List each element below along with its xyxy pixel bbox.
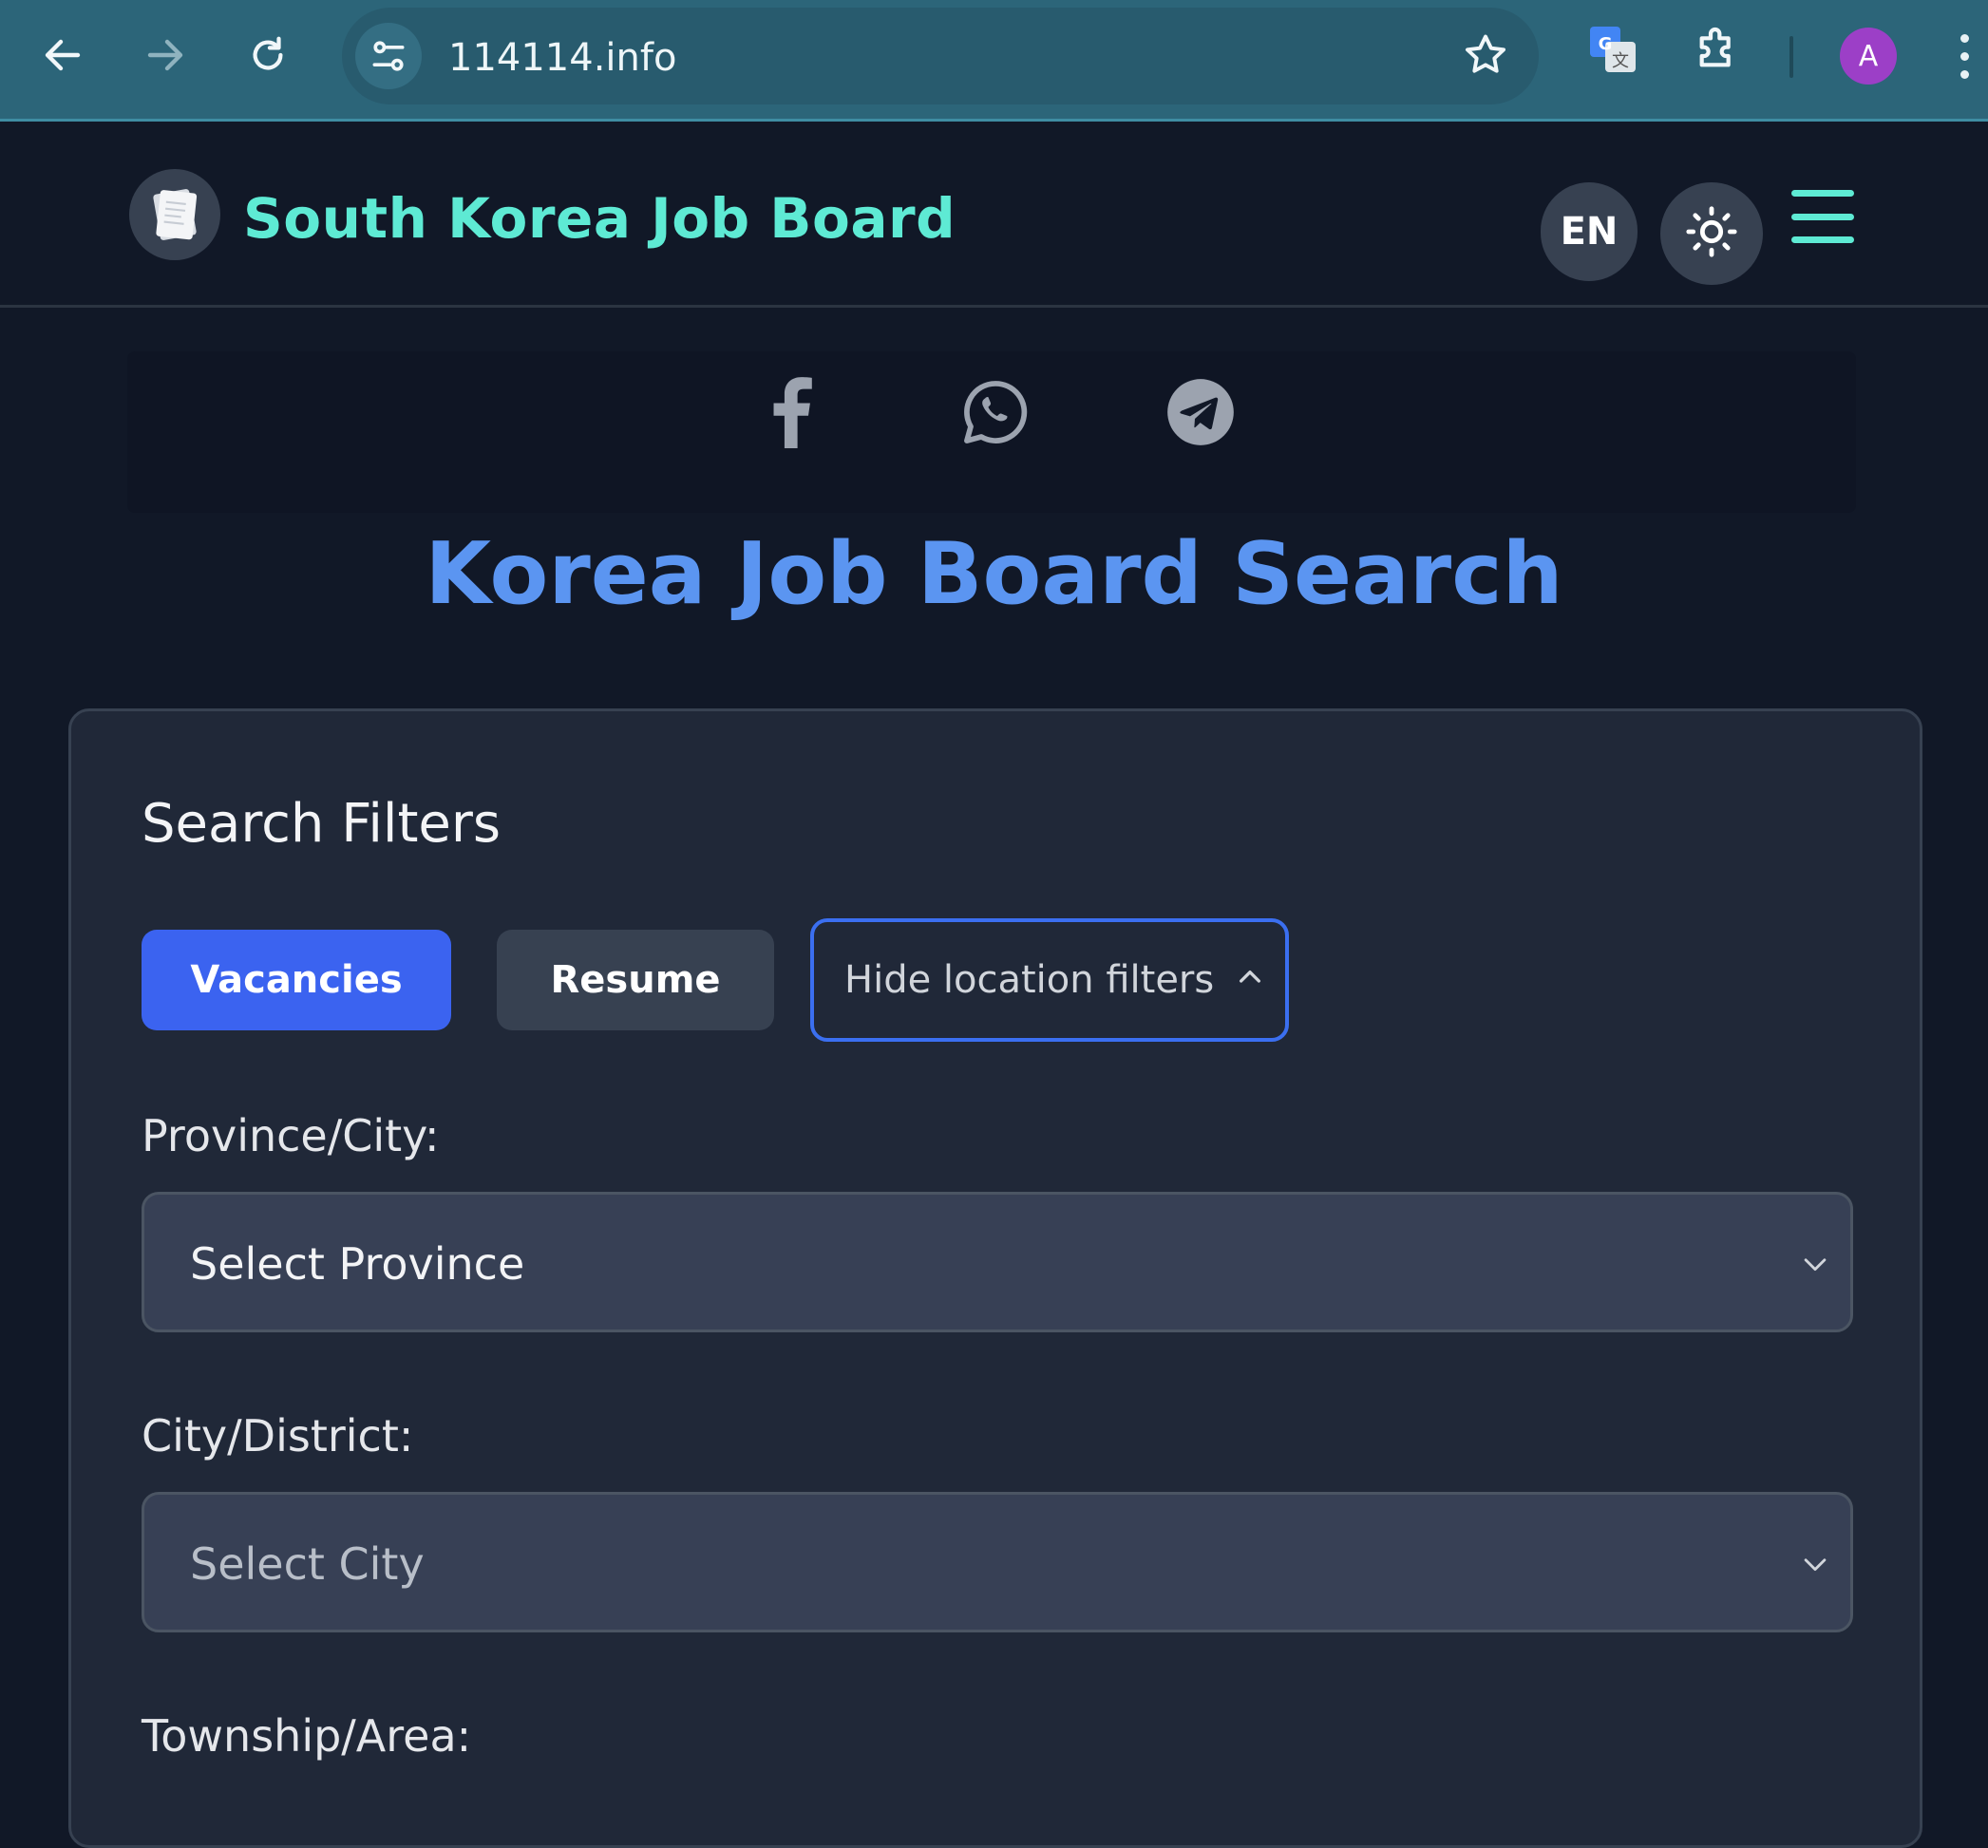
reload-icon[interactable]: [236, 23, 300, 87]
extensions-icon[interactable]: [1691, 23, 1744, 81]
browser-toolbar: 114114.info G文 A: [0, 0, 1988, 122]
chevron-down-icon: [1799, 1248, 1831, 1285]
toolbar-divider: [1789, 36, 1793, 78]
city-select[interactable]: Select City: [142, 1492, 1853, 1632]
hamburger-menu-icon[interactable]: [1791, 190, 1854, 243]
township-label: Township/Area:: [142, 1710, 472, 1762]
city-label: City/District:: [142, 1410, 414, 1461]
svg-text:文: 文: [1612, 51, 1629, 71]
filters-heading: Search Filters: [142, 793, 502, 855]
url-text[interactable]: 114114.info: [448, 36, 676, 80]
toggle-label: Hide location filters: [844, 958, 1215, 1002]
tab-resume[interactable]: Resume: [497, 930, 774, 1030]
facebook-icon[interactable]: [752, 374, 828, 450]
forward-icon[interactable]: [133, 23, 198, 87]
theme-toggle-button[interactable]: [1660, 182, 1763, 285]
logo-icon[interactable]: [129, 169, 220, 260]
province-label: Province/City:: [142, 1110, 440, 1161]
brand-title[interactable]: South Korea Job Board: [243, 186, 956, 251]
back-icon[interactable]: [30, 23, 95, 87]
chevron-down-icon: [1799, 1548, 1831, 1585]
telegram-icon[interactable]: [1163, 374, 1239, 450]
profile-avatar[interactable]: A: [1840, 28, 1897, 85]
sun-icon: [1684, 204, 1739, 264]
language-button[interactable]: EN: [1541, 182, 1638, 281]
address-bar[interactable]: 114114.info: [342, 8, 1539, 104]
bookmark-star-icon[interactable]: [1461, 30, 1510, 85]
chevron-up-icon: [1235, 958, 1265, 1002]
svg-text:G: G: [1599, 34, 1613, 54]
more-menu-icon[interactable]: [1960, 34, 1970, 79]
site-header: South Korea Job Board EN: [0, 122, 1988, 308]
site-settings-icon[interactable]: [355, 23, 422, 89]
hide-location-filters-button[interactable]: Hide location filters: [810, 918, 1289, 1042]
tab-vacancies[interactable]: Vacancies: [142, 930, 451, 1030]
city-select-value: Select City: [190, 1538, 425, 1590]
province-select[interactable]: Select Province: [142, 1192, 1853, 1332]
social-links: [127, 351, 1856, 513]
province-select-value: Select Province: [190, 1238, 525, 1290]
search-filters-card: Search Filters Vacancies Resume Hide loc…: [68, 708, 1922, 1848]
whatsapp-icon[interactable]: [957, 374, 1033, 450]
page-title: Korea Job Board Search: [425, 524, 1563, 624]
google-translate-icon[interactable]: G文: [1586, 23, 1639, 81]
